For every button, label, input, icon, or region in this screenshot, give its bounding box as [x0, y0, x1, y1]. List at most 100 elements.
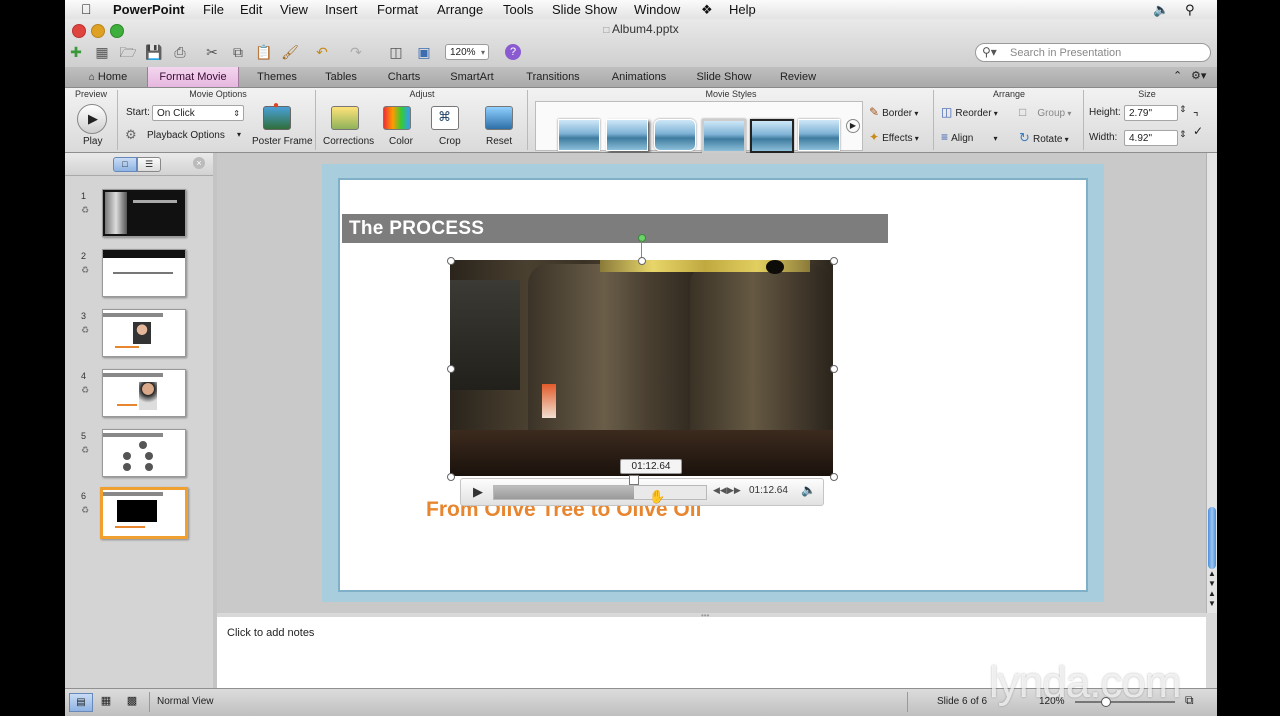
height-stepper[interactable]: ⇕ [1179, 104, 1187, 115]
notes-splitter-grip[interactable]: ••• [701, 611, 709, 620]
color-icon[interactable] [383, 106, 411, 130]
step-back-icon[interactable]: ◀◀ [713, 485, 727, 496]
menu-arrange[interactable]: Arrange [437, 2, 483, 17]
resize-handle[interactable] [447, 257, 455, 265]
tab-format-movie[interactable]: Format Movie [147, 67, 239, 87]
border-button[interactable]: ✎ Border ▾ [869, 105, 918, 119]
cut-icon[interactable]: ✂ [203, 44, 221, 61]
apple-icon[interactable]:  [81, 1, 92, 17]
reset-label[interactable]: Reset [486, 136, 512, 147]
copy-icon[interactable]: ⧉ [229, 44, 247, 61]
movie-style-1[interactable] [558, 119, 600, 151]
width-stepper[interactable]: ⇕ [1179, 129, 1187, 140]
height-field[interactable]: 2.79" [1124, 105, 1178, 121]
save-icon[interactable]: 💾 [145, 44, 163, 61]
lock-aspect-icon[interactable]: ⌝ ✓ [1193, 110, 1203, 138]
volume-icon[interactable]: 🔈 [801, 483, 816, 497]
movie-style-6[interactable] [798, 119, 840, 151]
scroll-thumb[interactable] [1208, 507, 1216, 569]
open-icon[interactable]: 🗁 [119, 44, 137, 61]
movie-object[interactable] [450, 260, 833, 476]
play-button[interactable]: ▶ [77, 104, 107, 134]
previous-slide-icon[interactable]: ▲ [1208, 589, 1216, 598]
redo-icon[interactable]: ↷ [347, 44, 365, 61]
corrections-icon[interactable] [331, 106, 359, 130]
tab-tables[interactable]: Tables [313, 67, 369, 87]
slide-thumbnail-6[interactable] [100, 487, 188, 539]
movie-style-5[interactable] [750, 119, 794, 153]
next-slide-icon[interactable]: ▼ [1208, 599, 1216, 608]
group-button[interactable]: □ Group ▾ [1019, 105, 1071, 119]
playback-options-button[interactable]: ⚙ Playback Options ▾ [125, 127, 249, 145]
tab-transitions[interactable]: Transitions [515, 67, 591, 87]
app-menu[interactable]: PowerPoint [113, 2, 185, 17]
movie-style-4[interactable] [702, 119, 746, 153]
tab-charts[interactable]: Charts [377, 67, 431, 87]
reorder-button[interactable]: ◫ Reorder ▾ [941, 105, 998, 119]
movie-style-3[interactable] [654, 119, 696, 151]
movie-style-2[interactable] [606, 119, 648, 151]
slide-show-view-button[interactable]: ▩ [121, 693, 143, 710]
start-select[interactable]: On Click ⇕ [152, 105, 244, 121]
outline-view-toggle[interactable]: ☰ [137, 157, 161, 172]
menu-help[interactable]: Help [729, 2, 756, 17]
scrubber-handle[interactable] [629, 475, 639, 485]
menu-tools[interactable]: Tools [503, 2, 533, 17]
menu-edit[interactable]: Edit [240, 2, 262, 17]
menu-file[interactable]: File [203, 2, 224, 17]
resize-handle[interactable] [638, 257, 646, 265]
format-painter-icon[interactable]: 🖌 [281, 44, 299, 61]
slide-thumbnail-2[interactable] [102, 249, 186, 297]
crop-icon[interactable]: ⌘ [431, 106, 459, 130]
script-icon[interactable]: ❖ [701, 2, 713, 18]
paste-icon[interactable]: 📋 [255, 44, 273, 61]
ribbon-settings-icon[interactable]: ⚙▾ [1191, 69, 1206, 82]
play-icon[interactable]: ▶ [473, 484, 483, 500]
undo-icon[interactable]: ↶ [313, 44, 331, 61]
vertical-scrollbar[interactable]: ▲ ▼ ▲ ▼ [1206, 153, 1217, 613]
close-pane-icon[interactable]: × [193, 157, 205, 169]
fit-window-icon[interactable]: ⧉ [1185, 693, 1194, 708]
slides-view-toggle[interactable]: □ [113, 157, 137, 172]
scrubber-track[interactable] [493, 485, 707, 500]
crop-label[interactable]: Crop [439, 136, 461, 147]
tab-smartart[interactable]: SmartArt [439, 67, 505, 87]
tab-animations[interactable]: Animations [599, 67, 679, 87]
corrections-label[interactable]: Corrections [323, 136, 374, 147]
resize-handle[interactable] [830, 365, 838, 373]
resize-handle[interactable] [830, 473, 838, 481]
print-icon[interactable]: ⎙ [171, 44, 189, 61]
resize-handle[interactable] [830, 257, 838, 265]
menu-slide-show[interactable]: Slide Show [552, 2, 617, 17]
menu-window[interactable]: Window [634, 2, 680, 17]
poster-frame-icon[interactable]: ● [263, 100, 291, 130]
volume-icon[interactable]: 🔈 [1153, 2, 1169, 18]
help-icon[interactable]: ? [505, 44, 521, 60]
gallery-next-icon[interactable]: ▶ [846, 119, 860, 133]
slide-thumbnail-1[interactable] [102, 189, 186, 237]
rotation-handle[interactable] [638, 234, 646, 242]
zoom-select[interactable]: 120% ▾ [445, 44, 489, 60]
scroll-down-icon[interactable]: ▼ [1208, 579, 1216, 588]
slide-thumbnail-3[interactable] [102, 309, 186, 357]
gallery-icon[interactable]: ▦ [93, 44, 111, 61]
menu-view[interactable]: View [280, 2, 308, 17]
tab-home[interactable]: ⌂ Home [79, 67, 137, 87]
normal-view-button[interactable]: ▤ [69, 693, 93, 712]
new-from-template-icon[interactable]: ✚ [67, 44, 85, 61]
align-button[interactable]: ≡ Align ▾ [941, 130, 998, 144]
slide-show-icon[interactable]: ▣ [415, 44, 433, 61]
scroll-up-icon[interactable]: ▲ [1208, 569, 1216, 578]
tab-themes[interactable]: Themes [245, 67, 309, 87]
poster-frame-label[interactable]: Poster Frame [252, 136, 313, 147]
color-label[interactable]: Color [389, 136, 413, 147]
resize-handle[interactable] [447, 473, 455, 481]
step-forward-icon[interactable]: ▶▶ [727, 485, 741, 496]
rotate-button[interactable]: ↻ Rotate ▾ [1019, 130, 1069, 146]
slide-title-bar[interactable]: The PROCESS [342, 214, 888, 243]
effects-button[interactable]: ✦ Effects ▾ [869, 130, 919, 144]
reset-icon[interactable] [485, 106, 513, 130]
width-field[interactable]: 4.92" [1124, 130, 1178, 146]
resize-handle[interactable] [447, 365, 455, 373]
slide-thumbnail-5[interactable] [102, 429, 186, 477]
